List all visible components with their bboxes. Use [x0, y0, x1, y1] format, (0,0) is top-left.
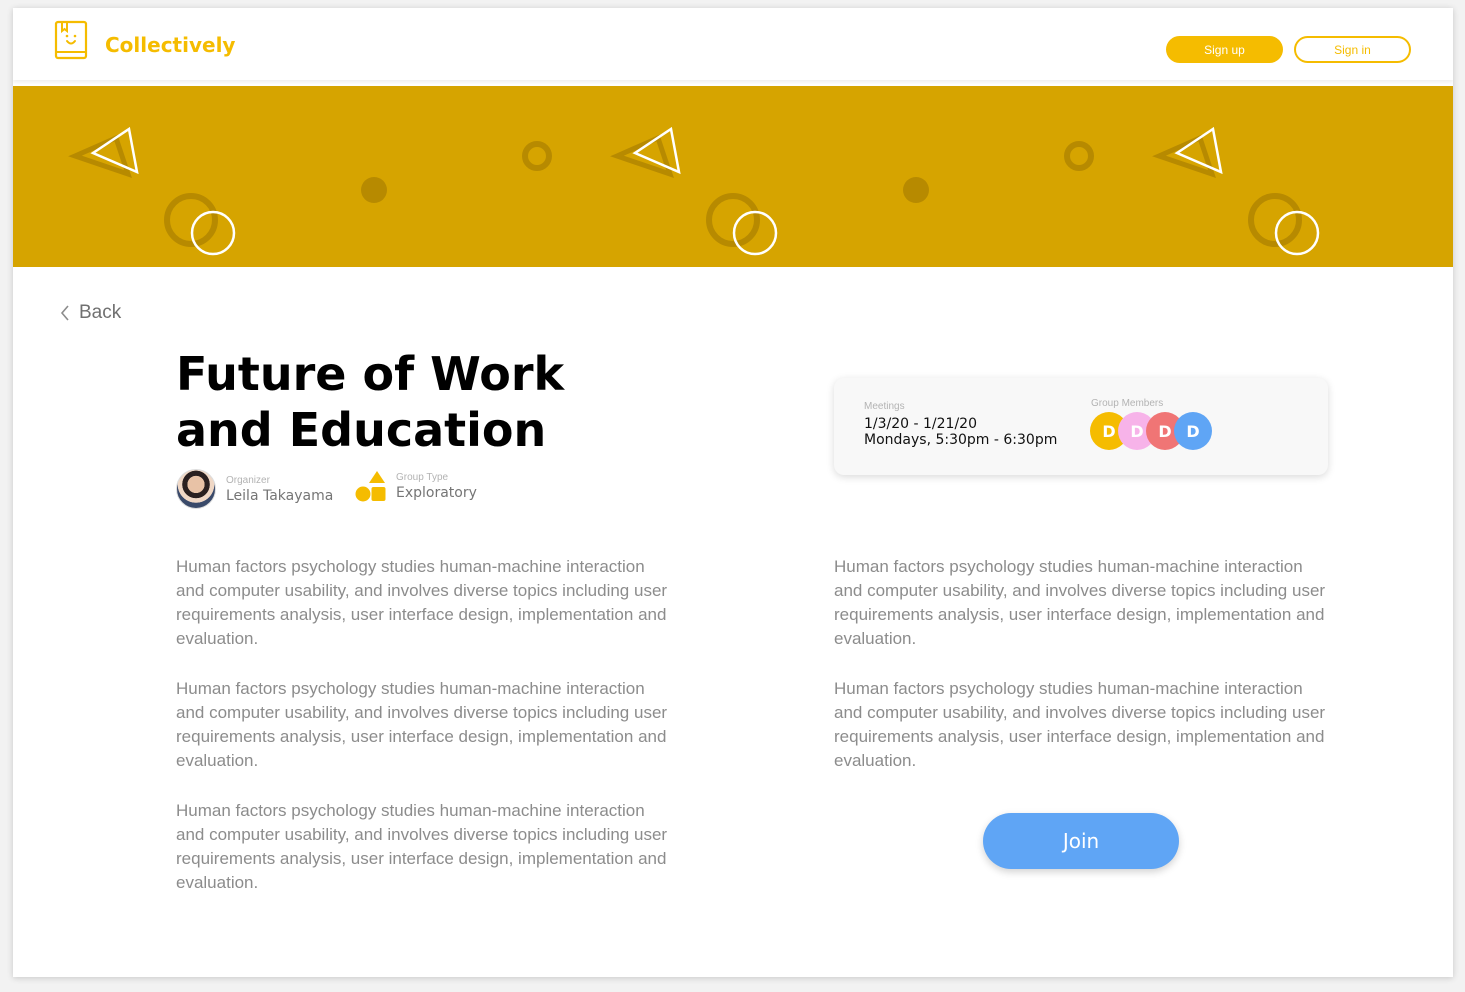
meeting-dates: 1/3/20 - 1/21/20	[864, 416, 977, 432]
meetings-label: Meetings	[864, 401, 905, 412]
brand-name[interactable]: Collectively	[105, 33, 235, 57]
sign-up-button[interactable]: Sign up	[1166, 36, 1283, 63]
page-frame: Collectively Sign up Sign in Back Future…	[13, 8, 1453, 977]
hero-banner	[13, 86, 1453, 267]
join-button[interactable]: Join	[983, 813, 1179, 869]
banner-pattern-tile	[68, 126, 552, 256]
top-header: Collectively Sign up Sign in	[13, 8, 1453, 80]
organizer-label: Organizer	[226, 474, 270, 486]
back-label: Back	[79, 302, 122, 323]
banner-pattern-tile	[610, 126, 1094, 256]
meeting-schedule: Mondays, 5:30pm - 6:30pm	[864, 432, 1058, 448]
description-right: Human factors psychology studies human-m…	[834, 555, 1334, 799]
chevron-left-icon	[60, 305, 69, 321]
description-paragraph: Human factors psychology studies human-m…	[834, 557, 1326, 648]
book-logo-icon[interactable]	[54, 20, 88, 60]
group-type-info: Group Type Exploratory	[354, 469, 477, 503]
description-paragraph: Human factors psychology studies human-m…	[834, 679, 1326, 770]
member-avatar[interactable]: D	[1174, 412, 1212, 450]
description-paragraph: Human factors psychology studies human-m…	[176, 801, 668, 892]
description-paragraph: Human factors psychology studies human-m…	[176, 679, 668, 770]
organizer-info[interactable]: Organizer Leila Takayama	[176, 469, 333, 509]
group-type-label: Group Type	[396, 471, 449, 483]
group-title: Future of Work and Education	[176, 347, 565, 457]
organizer-avatar[interactable]	[176, 469, 216, 509]
banner-pattern-tile	[1152, 126, 1320, 256]
sign-in-button[interactable]: Sign in	[1294, 36, 1411, 63]
shapes-icon	[355, 471, 386, 502]
meeting-info-card: Meetings 1/3/20 - 1/21/20 Mondays, 5:30p…	[834, 378, 1328, 475]
group-members-label: Group Members	[1091, 398, 1164, 409]
description-paragraph: Human factors psychology studies human-m…	[176, 557, 668, 648]
description-left: Human factors psychology studies human-m…	[176, 555, 676, 921]
banner-pattern	[68, 126, 1320, 256]
group-type-value: Exploratory	[396, 484, 477, 501]
back-link[interactable]: Back	[59, 302, 121, 324]
organizer-name[interactable]: Leila Takayama	[226, 488, 333, 504]
